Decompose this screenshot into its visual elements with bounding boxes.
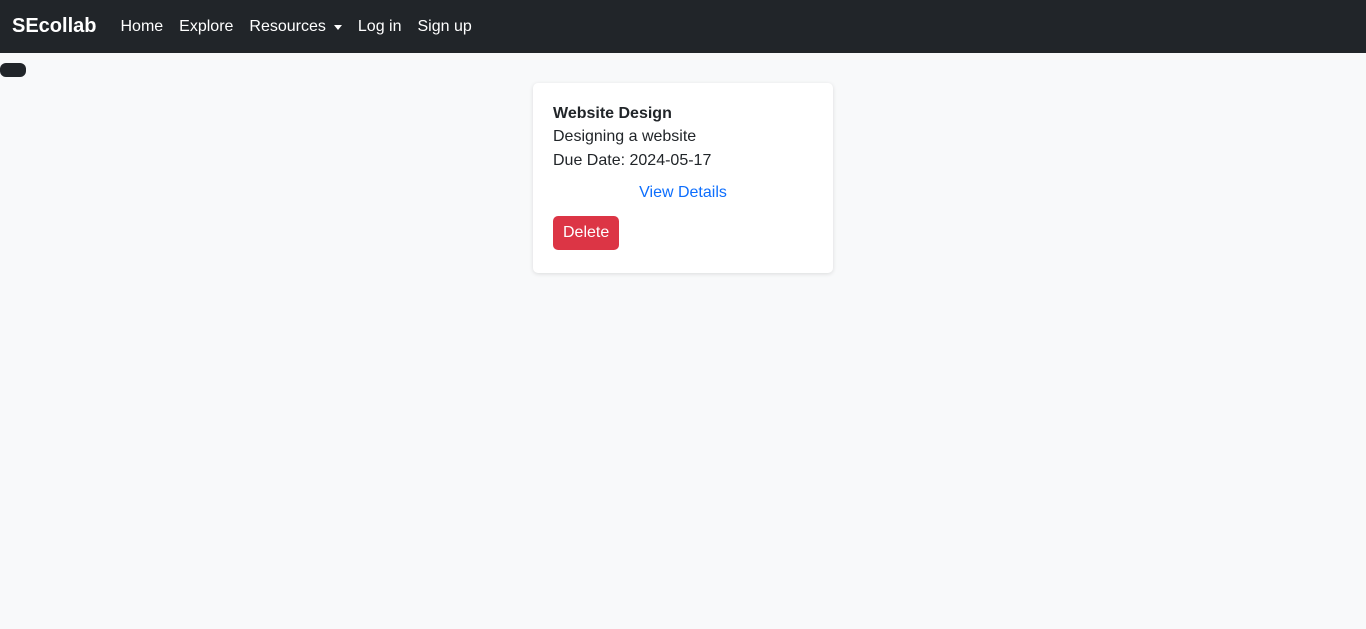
sidebar-toggle-button[interactable] (0, 63, 26, 77)
task-due-date: Due Date: 2024-05-17 (553, 149, 813, 173)
due-date-label: Due Date: (553, 152, 626, 169)
task-description: Designing a website (553, 128, 697, 145)
due-date-value: 2024-05-17 (629, 152, 712, 169)
nav-dropdown-resources[interactable]: Resources (241, 18, 349, 36)
nav-link-explore[interactable]: Explore (171, 18, 241, 36)
nav-dropdown-resources-label: Resources (249, 17, 326, 35)
delete-button[interactable]: Delete (553, 216, 620, 250)
nav-link-login[interactable]: Log in (350, 18, 410, 36)
chevron-down-icon (333, 24, 342, 30)
brand-logo-link[interactable]: SEcollab (12, 15, 96, 38)
task-card: Website Design Designing a website Due D… (533, 83, 833, 273)
task-title: Website Design (553, 105, 672, 122)
view-details-link[interactable]: View Details (553, 183, 813, 203)
nav-link-signup[interactable]: Sign up (410, 18, 480, 36)
nav-link-home[interactable]: Home (112, 18, 171, 36)
top-navbar: SEcollab Home Explore Resources Log in S… (0, 0, 1366, 53)
